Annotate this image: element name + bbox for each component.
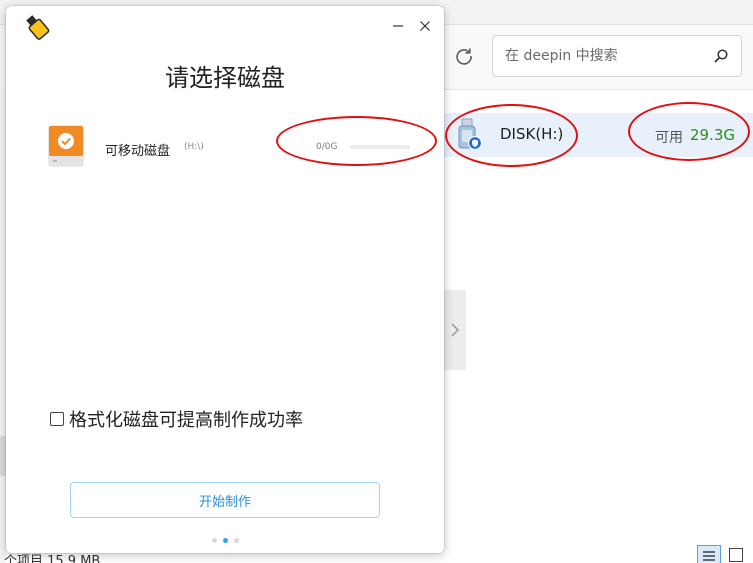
pagination-dot <box>211 538 217 543</box>
usb-stick-logo-icon <box>26 15 50 40</box>
page-title: 请选择磁盘 <box>165 64 285 92</box>
search-input[interactable] <box>503 47 711 65</box>
pagination-dot <box>222 538 228 543</box>
drive-free-value: 29.3G <box>690 126 736 144</box>
disk-capacity: 0/0G <box>316 142 338 152</box>
start-button[interactable]: 开始制作 <box>70 482 380 518</box>
list-view-icon <box>703 551 715 561</box>
format-option[interactable]: 格式化磁盘可提高制作成功率 <box>50 406 303 432</box>
search-box[interactable] <box>492 35 742 77</box>
drive-free-label: 可用 <box>655 130 683 146</box>
scroll-right-button[interactable] <box>444 290 466 370</box>
format-checkbox-label[interactable]: 格式化磁盘可提高制作成功率 <box>69 406 303 432</box>
removable-disk-check-icon <box>48 125 84 167</box>
close-icon <box>420 21 430 31</box>
screen: DISK(H:) 可用 29.3G 个项目 15.9 MB <box>0 0 753 563</box>
drive-name[interactable]: DISK(H:) <box>500 125 563 143</box>
disk-path: (H:\) <box>184 142 204 152</box>
minimize-button[interactable] <box>388 16 408 36</box>
pagination-dots <box>6 538 444 543</box>
format-checkbox[interactable] <box>50 412 64 426</box>
disk-list-item[interactable]: 可移动磁盘 (H:\) 0/0G <box>48 123 416 171</box>
details-view-button[interactable] <box>697 545 721 563</box>
pagination-dot <box>233 538 239 543</box>
refresh-button[interactable] <box>444 36 484 76</box>
tiles-view-button[interactable] <box>729 548 743 562</box>
disk-name: 可移动磁盘 <box>105 144 171 159</box>
usb-drive-icon <box>458 118 483 151</box>
refresh-icon <box>456 48 472 65</box>
disk-usage-bar <box>350 145 410 149</box>
chevron-right-icon <box>451 323 460 337</box>
close-button[interactable] <box>415 16 435 36</box>
minimize-icon <box>393 25 403 27</box>
boot-maker-dialog: 请选择磁盘 可移动磁盘 (H:\) 0/0G 格式化磁盘可提高制作成功率 开始制… <box>6 6 444 553</box>
search-icon[interactable] <box>711 46 731 66</box>
